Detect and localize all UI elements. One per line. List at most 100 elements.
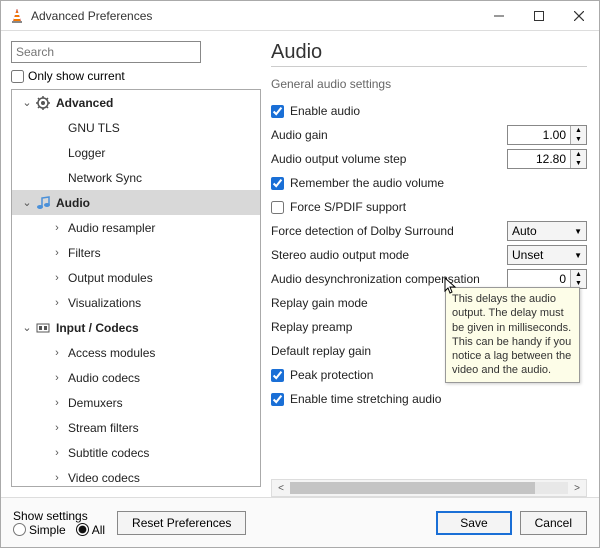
tree-node-label: Audio resampler <box>68 221 155 235</box>
only-show-current-checkbox[interactable] <box>11 70 24 83</box>
volume-step-input[interactable]: ▲▼ <box>507 149 587 169</box>
chevron-right-icon[interactable]: › <box>50 222 64 234</box>
spin-up-icon[interactable]: ▲ <box>571 126 586 135</box>
reset-preferences-button[interactable]: Reset Preferences <box>117 511 246 535</box>
desync-tooltip: This delays the audio output. The delay … <box>445 287 580 383</box>
right-pane: Audio General audio settings Enable audi… <box>261 31 599 497</box>
audio-gain-input[interactable]: ▲▼ <box>507 125 587 145</box>
tree-node-label: Audio codecs <box>68 371 140 385</box>
chevron-right-icon[interactable]: › <box>50 297 64 309</box>
spin-up-icon[interactable]: ▲ <box>571 270 586 279</box>
tree-node-advanced[interactable]: ⌄ Advanced <box>12 90 260 115</box>
chevron-right-icon[interactable]: › <box>50 447 64 459</box>
left-pane: Only show current ⌄ Advanced GNU TLS Logger… <box>1 31 261 497</box>
tree-node-visualizations[interactable]: › Visualizations <box>12 290 260 315</box>
minimize-button[interactable] <box>479 1 519 31</box>
search-input[interactable] <box>11 41 201 63</box>
tree-node-label: Logger <box>68 146 105 160</box>
remember-volume-checkbox[interactable] <box>271 177 284 190</box>
simple-radio-label[interactable]: Simple <box>13 523 66 537</box>
tree-node-label: Input / Codecs <box>56 321 139 335</box>
preferences-tree[interactable]: ⌄ Advanced GNU TLS Logger Network Sync ⌄ Audio… <box>11 89 261 487</box>
chevron-down-icon: ▼ <box>574 227 582 236</box>
tree-node-label: Demuxers <box>68 396 123 410</box>
vlc-cone-icon <box>9 8 25 24</box>
tree-node-gnu-tls[interactable]: GNU TLS <box>12 115 260 140</box>
gear-icon <box>34 94 52 112</box>
audio-gain-label: Audio gain <box>271 128 507 142</box>
maximize-button[interactable] <box>519 1 559 31</box>
tree-node-filters[interactable]: › Filters <box>12 240 260 265</box>
time-stretch-checkbox[interactable] <box>271 393 284 406</box>
tree-node-stream-filters[interactable]: › Stream filters <box>12 415 260 440</box>
enable-audio-label: Enable audio <box>290 104 587 118</box>
chevron-right-icon[interactable]: › <box>50 247 64 259</box>
tree-node-label: Video codecs <box>68 471 140 485</box>
spin-down-icon[interactable]: ▼ <box>571 135 586 144</box>
tree-node-label: Advanced <box>56 96 113 110</box>
tree-node-label: Audio <box>56 196 90 210</box>
stereo-select[interactable]: Unset▼ <box>507 245 587 265</box>
cancel-button[interactable]: Cancel <box>520 511 587 535</box>
remember-volume-label: Remember the audio volume <box>290 176 587 190</box>
tree-node-output-modules[interactable]: › Output modules <box>12 265 260 290</box>
all-radio[interactable] <box>76 523 89 536</box>
chevron-right-icon[interactable]: › <box>50 472 64 484</box>
time-stretch-label: Enable time stretching audio <box>290 392 587 406</box>
tree-node-subtitle-codecs[interactable]: › Subtitle codecs <box>12 440 260 465</box>
force-spdif-checkbox[interactable] <box>271 201 284 214</box>
chevron-right-icon[interactable]: › <box>50 372 64 384</box>
tree-node-audio[interactable]: ⌄ Audio <box>12 190 260 215</box>
simple-radio[interactable] <box>13 523 26 536</box>
tree-node-input-codecs[interactable]: ⌄ Input / Codecs <box>12 315 260 340</box>
chevron-down-icon[interactable]: ⌄ <box>20 96 34 109</box>
chevron-down-icon[interactable]: ⌄ <box>20 321 34 334</box>
chevron-right-icon[interactable]: › <box>50 347 64 359</box>
window-title: Advanced Preferences <box>31 9 479 23</box>
volume-step-label: Audio output volume step <box>271 152 507 166</box>
spin-down-icon[interactable]: ▼ <box>571 159 586 168</box>
tree-node-network-sync[interactable]: Network Sync <box>12 165 260 190</box>
only-show-current-label: Only show current <box>28 69 125 83</box>
close-button[interactable] <box>559 1 599 31</box>
save-button[interactable]: Save <box>436 511 511 535</box>
dolby-label: Force detection of Dolby Surround <box>271 224 507 238</box>
tree-node-video-codecs[interactable]: › Video codecs <box>12 465 260 487</box>
tree-node-label: Subtitle codecs <box>68 446 149 460</box>
enable-audio-checkbox[interactable] <box>271 105 284 118</box>
scroll-left-icon[interactable]: < <box>272 483 290 494</box>
all-radio-label[interactable]: All <box>76 523 105 537</box>
tree-node-demuxers[interactable]: › Demuxers <box>12 390 260 415</box>
desync-label: Audio desynchronization compensation <box>271 272 507 286</box>
show-settings-label: Show settings <box>13 509 105 523</box>
chevron-right-icon[interactable]: › <box>50 397 64 409</box>
tree-node-label: Stream filters <box>68 421 139 435</box>
chevron-down-icon[interactable]: ⌄ <box>20 196 34 209</box>
page-title: Audio <box>271 41 587 67</box>
tree-node-audio-resampler[interactable]: › Audio resampler <box>12 215 260 240</box>
tree-node-logger[interactable]: Logger <box>12 140 260 165</box>
tree-node-audio-codecs[interactable]: › Audio codecs <box>12 365 260 390</box>
section-title: General audio settings <box>271 77 587 91</box>
note-icon <box>34 194 52 212</box>
tree-node-label: Filters <box>68 246 101 260</box>
tree-node-access-modules[interactable]: › Access modules <box>12 340 260 365</box>
tree-node-label: Output modules <box>68 271 153 285</box>
tree-node-label: GNU TLS <box>68 121 120 135</box>
dolby-select[interactable]: Auto▼ <box>507 221 587 241</box>
peak-protection-checkbox[interactable] <box>271 369 284 382</box>
footer: Show settings Simple All Reset Preferenc… <box>1 497 599 547</box>
codec-icon <box>34 319 52 337</box>
scroll-right-icon[interactable]: > <box>568 483 586 494</box>
tree-node-label: Access modules <box>68 346 155 360</box>
spin-up-icon[interactable]: ▲ <box>571 150 586 159</box>
desync-input[interactable]: ▲▼ <box>507 269 587 289</box>
tree-node-label: Network Sync <box>68 171 142 185</box>
scroll-thumb[interactable] <box>290 482 535 494</box>
chevron-right-icon[interactable]: › <box>50 422 64 434</box>
tree-node-label: Visualizations <box>68 296 141 310</box>
chevron-down-icon: ▼ <box>574 251 582 260</box>
titlebar: Advanced Preferences <box>1 1 599 31</box>
horizontal-scrollbar[interactable]: < > <box>271 479 587 497</box>
chevron-right-icon[interactable]: › <box>50 272 64 284</box>
